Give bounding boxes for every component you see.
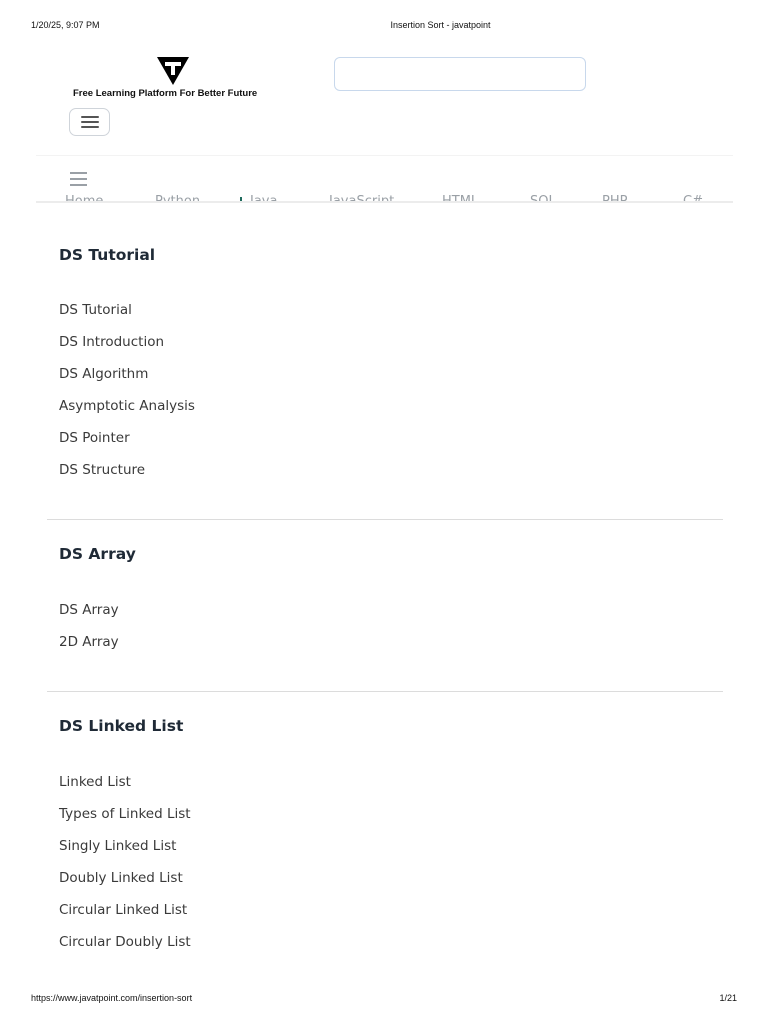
sidebar-item-asymptotic-analysis[interactable]: Asymptotic Analysis [59, 398, 195, 414]
search-input[interactable] [334, 57, 586, 91]
nav-links: Home Python Java JavaScript HTML SQL PHP… [36, 194, 733, 201]
print-page-number: 1/21 [719, 993, 737, 1003]
sidebar-item-ds-algorithm[interactable]: DS Algorithm [59, 366, 148, 382]
section-title: DS Tutorial [59, 246, 156, 264]
nav-link-python[interactable]: Python [155, 194, 200, 201]
javatpoint-logo-icon[interactable] [156, 56, 190, 86]
print-header: 1/20/25, 9:07 PM Insertion Sort - javatp… [0, 20, 768, 34]
nav-link-home[interactable]: Home [65, 194, 103, 201]
hamburger-icon [80, 116, 99, 128]
sidebar-item-singly-linked-list[interactable]: Singly Linked List [59, 838, 176, 854]
print-footer: https://www.javatpoint.com/insertion-sor… [0, 993, 768, 1007]
sidebar-item-2d-array[interactable]: 2D Array [59, 634, 119, 650]
nav-link-java[interactable]: Java [250, 194, 277, 201]
sidebar-item-ds-tutorial[interactable]: DS Tutorial [59, 302, 132, 318]
sidebar-item-doubly-linked-list[interactable]: Doubly Linked List [59, 870, 183, 886]
nav-link-sql[interactable]: SQL [530, 194, 556, 201]
nav-link-csharp[interactable]: C# [683, 194, 703, 201]
sidebar-item-ds-pointer[interactable]: DS Pointer [59, 430, 130, 446]
sidebar-item-types-of-linked-list[interactable]: Types of Linked List [59, 806, 191, 822]
top-nav-bar: Home Python Java JavaScript HTML SQL PHP… [36, 155, 733, 203]
site-tagline: Free Learning Platform For Better Future [73, 88, 258, 99]
print-page-title: Insertion Sort - javatpoint [390, 20, 491, 30]
nav-hamburger-icon[interactable] [70, 172, 87, 186]
print-url: https://www.javatpoint.com/insertion-sor… [31, 993, 193, 1003]
sidebar-item-linked-list[interactable]: Linked List [59, 774, 131, 790]
sidebar-item-circular-linked-list[interactable]: Circular Linked List [59, 902, 187, 918]
section-divider [47, 691, 723, 692]
nav-link-javascript[interactable]: JavaScript [329, 194, 394, 201]
section-title: DS Array [59, 545, 136, 563]
section-divider [47, 519, 723, 520]
section-title: DS Linked List [59, 717, 184, 735]
sidebar-item-ds-introduction[interactable]: DS Introduction [59, 334, 164, 350]
nav-link-php[interactable]: PHP [602, 194, 627, 201]
sidebar-item-ds-structure[interactable]: DS Structure [59, 462, 145, 478]
sidebar-item-circular-doubly-list[interactable]: Circular Doubly List [59, 934, 191, 950]
nav-link-html[interactable]: HTML [442, 194, 478, 201]
sidebar-item-ds-array[interactable]: DS Array [59, 602, 119, 618]
menu-toggle-button[interactable] [69, 108, 110, 136]
